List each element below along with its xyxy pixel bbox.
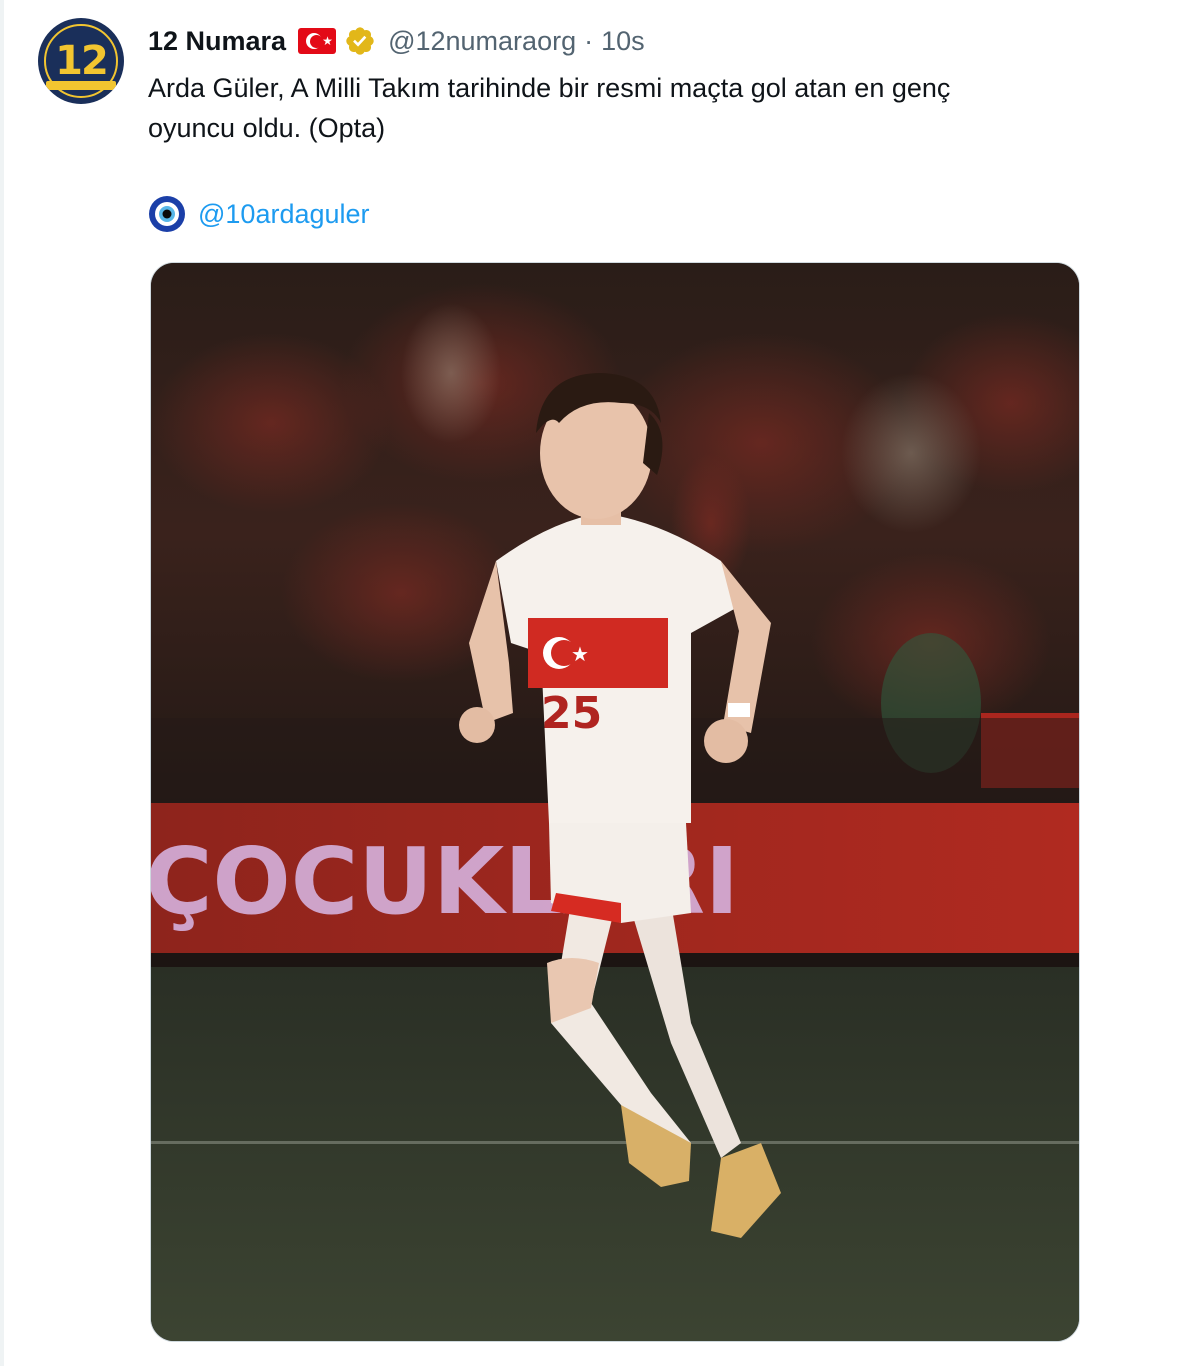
turkey-flag-icon: ★ (298, 28, 337, 54)
timeline-divider (0, 0, 4, 1366)
avatar-logo-text: 12 (55, 38, 109, 84)
flag-star: ★ (322, 34, 333, 48)
tweet-timestamp[interactable]: 10s (601, 26, 645, 57)
player-photo-illustration: ÇOCUKLARI ★ 25 (151, 263, 1079, 1341)
mention-link[interactable]: @10ardaguler (198, 199, 370, 230)
verified-badge-icon[interactable] (344, 25, 376, 57)
nazar-evil-eye-icon (149, 196, 185, 232)
shirt-number: 25 (541, 688, 602, 739)
tweet-header: 12 Numara ★ @12numaraorg · 10s (148, 24, 645, 58)
author-name[interactable]: 12 Numara (148, 26, 286, 57)
svg-text:★: ★ (571, 642, 589, 666)
header-separator: · (584, 25, 594, 56)
avatar-band (46, 81, 116, 90)
tweet-card[interactable]: 12 12 Numara ★ @12numaraorg · 10s Arda G… (0, 0, 1186, 1366)
author-avatar[interactable]: 12 (38, 18, 124, 104)
author-handle[interactable]: @12numaraorg (388, 26, 576, 57)
tweet-body: Arda Güler, A Milli Takım tarihinde bir … (148, 68, 1158, 148)
tweet-body-line-1: Arda Güler, A Milli Takım tarihinde bir … (148, 73, 951, 103)
tweet-body-line-2: oyuncu oldu. (Opta) (148, 113, 386, 143)
mention-row: @10ardaguler (148, 194, 370, 234)
tweet-photo[interactable]: ÇOCUKLARI ★ 25 (150, 262, 1080, 1342)
